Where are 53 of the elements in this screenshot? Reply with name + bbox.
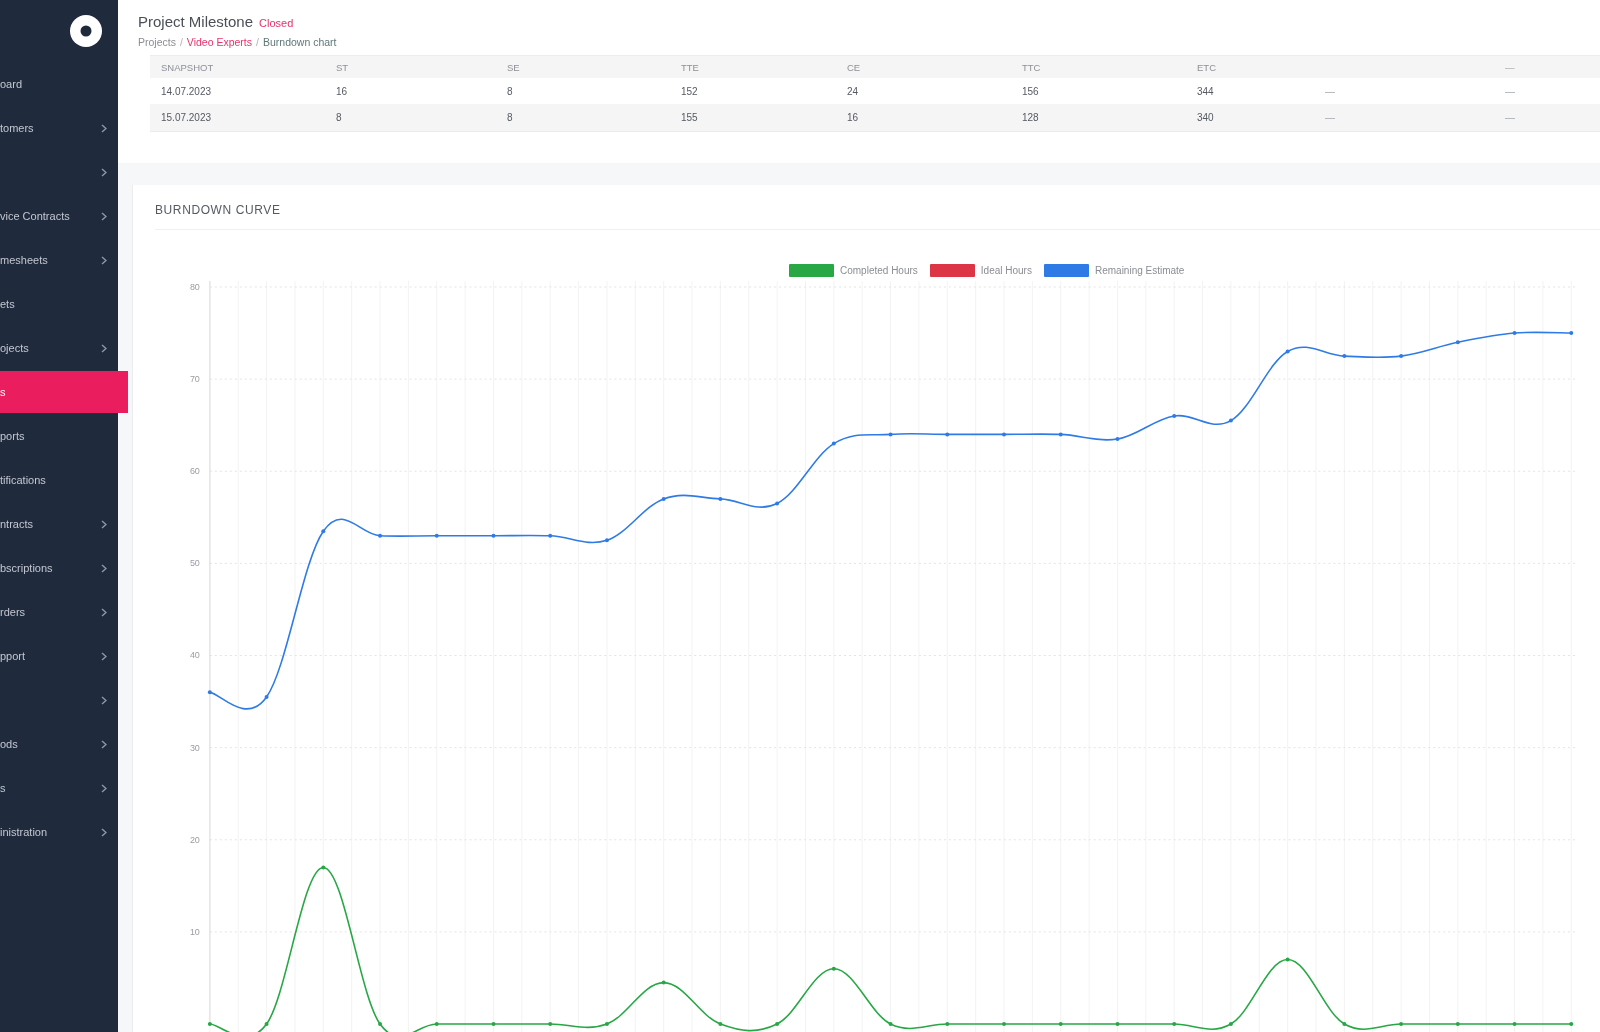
table-cell: 340 [1186, 104, 1314, 131]
sidebar-item[interactable]: pport [0, 635, 118, 677]
breadcrumb-item: Projects [138, 36, 176, 48]
table-header-cell: ETC [1186, 56, 1314, 78]
axis-label: 30 [189, 742, 200, 753]
sidebar-item[interactable]: tifications [0, 459, 118, 501]
sidebar-item[interactable]: bscriptions [0, 547, 118, 589]
table-cell: — [1494, 104, 1600, 131]
sidebar-item[interactable]: ods [0, 723, 118, 765]
table-cell: 128 [1011, 104, 1186, 131]
breadcrumb-separator: / [256, 36, 259, 48]
table-header-cell: CE [836, 56, 1011, 78]
status-label: Closed [259, 17, 294, 29]
legend-label: Ideal Hours [980, 265, 1032, 277]
table-cell: 155 [670, 104, 836, 131]
table-cell: 8 [496, 104, 670, 131]
table-header-cell: SNAPSHOT [150, 56, 325, 78]
table-cell: 16 [836, 104, 1011, 131]
sidebar-item[interactable]: vice Contracts [0, 195, 118, 237]
axis-label: 50 [189, 558, 200, 569]
sidebar-item[interactable]: s [0, 371, 128, 413]
breadcrumb-item: Burndown chart [262, 36, 337, 48]
sidebar-item[interactable]: tomers [0, 107, 118, 149]
axis-label: 80 [189, 281, 200, 292]
sidebar-item[interactable]: inistration [0, 811, 118, 853]
table-header-cell: TTC [1011, 56, 1186, 78]
table-header-cell: SE [496, 56, 670, 78]
sidebar-item[interactable]: ntracts [0, 503, 118, 545]
breadcrumb-link[interactable]: Video Experts [186, 36, 253, 48]
legend-label: Completed Hours [840, 265, 918, 277]
table-header-cell: ST [325, 56, 496, 78]
table-cell: 15.07.2023 [150, 104, 325, 131]
axis-label: 20 [189, 834, 200, 845]
axis-label: 40 [189, 650, 200, 661]
table-header-cell: TTE [670, 56, 836, 78]
circle-dot-icon[interactable] [70, 15, 102, 47]
sidebar-item[interactable]: rders [0, 591, 118, 633]
axis-label: 10 [189, 926, 200, 937]
sidebar-item[interactable]: ojects [0, 327, 118, 369]
page-title: Project Milestone [138, 13, 254, 31]
sidebar-item[interactable]: mesheets [0, 239, 118, 281]
axis-label: 60 [189, 466, 200, 477]
sidebar-item[interactable]: s [0, 767, 118, 809]
axis-label: 70 [189, 374, 200, 385]
sidebar-item[interactable]: ets [0, 283, 118, 325]
table-cell: 8 [325, 104, 496, 131]
sidebar-item[interactable]: oard [0, 63, 118, 105]
chart-title: BURNDOWN CURVE [155, 203, 282, 217]
breadcrumb-separator: / [179, 36, 183, 48]
table-cell: — [1314, 104, 1494, 131]
table-header-cell: — [1494, 56, 1600, 78]
legend-label: Remaining Estimate [1094, 265, 1185, 277]
sidebar-item[interactable]: ports [0, 415, 118, 457]
